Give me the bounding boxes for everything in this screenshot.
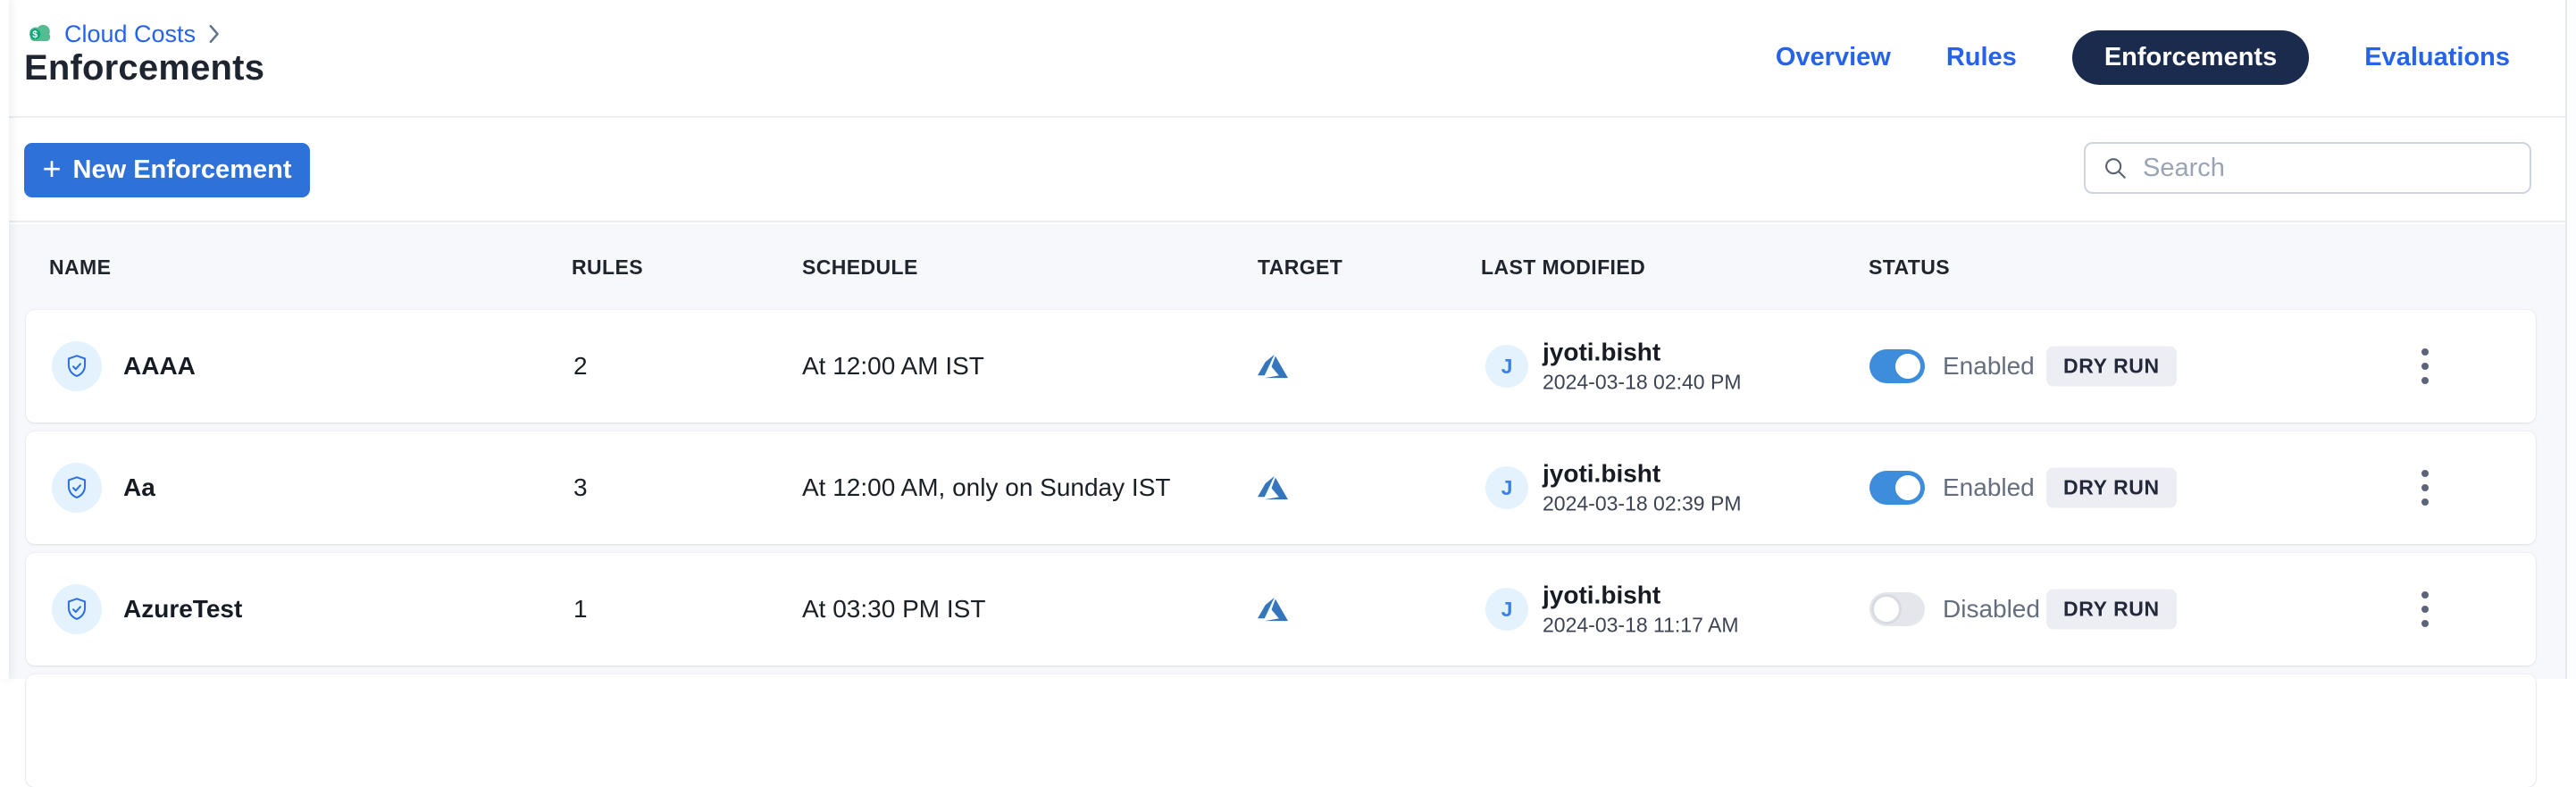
status-toggle[interactable] — [1869, 592, 1925, 626]
last-modified-cell: jyoti.bisht 2024-03-18 02:39 PM — [1543, 460, 1742, 515]
kebab-dot — [2421, 348, 2429, 356]
column-header-target: TARGET — [1258, 255, 1342, 280]
status-label: Enabled — [1943, 473, 2035, 502]
new-enforcement-button-label: New Enforcement — [73, 155, 292, 185]
enforcement-name: AzureTest — [123, 595, 242, 624]
left-edge-panel — [0, 0, 9, 679]
row-menu-button[interactable] — [2407, 459, 2443, 516]
enforcement-name: AAAA — [123, 352, 196, 381]
modified-by: jyoti.bisht — [1543, 582, 1739, 609]
avatar: J — [1485, 345, 1528, 388]
breadcrumb-link-label[interactable]: Cloud Costs — [64, 21, 196, 48]
modified-by: jyoti.bisht — [1543, 339, 1742, 366]
modified-at: 2024-03-18 11:17 AM — [1543, 614, 1739, 636]
search-input[interactable] — [2141, 153, 2513, 184]
column-header-name: NAME — [49, 255, 111, 280]
modified-by: jyoti.bisht — [1543, 460, 1742, 488]
status-toggle[interactable] — [1869, 349, 1925, 383]
last-modified-cell: jyoti.bisht 2024-03-18 11:17 AM — [1543, 582, 1739, 636]
enforcement-name: Aa — [123, 473, 155, 502]
schedule-text: At 12:00 AM IST — [802, 352, 984, 381]
rules-count: 3 — [573, 473, 588, 502]
tab-evaluations[interactable]: Evaluations — [2364, 43, 2510, 72]
azure-icon — [1258, 594, 1288, 624]
shield-check-icon — [52, 463, 102, 513]
search-box — [2084, 142, 2531, 194]
status-label: Disabled — [1943, 595, 2040, 624]
chevron-right-icon — [207, 24, 221, 44]
breadcrumb[interactable]: $ Cloud Costs — [26, 18, 221, 50]
kebab-dot — [2421, 470, 2429, 477]
page-header: $ Cloud Costs Enforcements Overview Rule… — [0, 0, 2576, 118]
row-menu-button[interactable] — [2407, 338, 2443, 395]
avatar: J — [1485, 466, 1528, 509]
dry-run-badge: DRY RUN — [2046, 590, 2177, 630]
status-label: Enabled — [1943, 352, 2035, 381]
plus-icon: + — [43, 153, 62, 185]
toggle-knob — [1893, 351, 1923, 381]
shield-check-icon — [52, 584, 102, 634]
page-title: Enforcements — [24, 48, 264, 88]
kebab-dot — [2421, 606, 2429, 613]
modified-at: 2024-03-18 02:40 PM — [1543, 371, 1742, 393]
modified-at: 2024-03-18 02:39 PM — [1543, 492, 1742, 515]
toggle-knob — [1871, 594, 1902, 624]
kebab-dot — [2421, 484, 2429, 491]
column-header-rules: RULES — [572, 255, 643, 280]
avatar: J — [1485, 588, 1528, 631]
toolbar: + New Enforcement — [0, 120, 2576, 222]
enforcements-table: NAME RULES SCHEDULE TARGET LAST MODIFIED… — [0, 224, 2576, 679]
new-enforcement-button[interactable]: + New Enforcement — [24, 143, 310, 197]
cloud-costs-icon: $ — [26, 22, 53, 46]
table-row[interactable]: AzureTest 1 At 03:30 PM IST J jyoti.bish… — [26, 553, 2536, 666]
shield-check-icon — [52, 341, 102, 391]
kebab-dot — [2421, 363, 2429, 370]
azure-icon — [1258, 473, 1288, 503]
dry-run-badge: DRY RUN — [2046, 468, 2177, 508]
search-icon — [2102, 155, 2129, 181]
dry-run-badge: DRY RUN — [2046, 347, 2177, 387]
azure-icon — [1258, 351, 1288, 381]
toggle-knob — [1893, 473, 1923, 503]
status-toggle[interactable] — [1869, 471, 1925, 505]
row-menu-button[interactable] — [2407, 581, 2443, 638]
tab-enforcements[interactable]: Enforcements — [2072, 30, 2309, 85]
kebab-dot — [2421, 498, 2429, 506]
kebab-dot — [2421, 377, 2429, 384]
tab-rules[interactable]: Rules — [1946, 43, 2017, 72]
rules-count: 2 — [573, 352, 588, 381]
tab-overview[interactable]: Overview — [1776, 43, 1891, 72]
schedule-text: At 12:00 AM, only on Sunday IST — [802, 473, 1170, 502]
schedule-text: At 03:30 PM IST — [802, 595, 985, 624]
scrollbar-track[interactable] — [2565, 0, 2576, 679]
table-row-partial[interactable] — [26, 674, 2536, 787]
column-header-schedule: SCHEDULE — [802, 255, 918, 280]
rules-count: 1 — [573, 595, 588, 624]
tab-bar: Overview Rules Enforcements Evaluations — [1776, 32, 2510, 82]
last-modified-cell: jyoti.bisht 2024-03-18 02:40 PM — [1543, 339, 1742, 393]
kebab-dot — [2421, 620, 2429, 627]
table-row[interactable]: Aa 3 At 12:00 AM, only on Sunday IST J j… — [26, 431, 2536, 544]
svg-text:$: $ — [32, 29, 38, 40]
table-row[interactable]: AAAA 2 At 12:00 AM IST J jyoti.bisht 202… — [26, 310, 2536, 423]
enforcements-page: $ Cloud Costs Enforcements Overview Rule… — [0, 0, 2576, 679]
kebab-dot — [2421, 591, 2429, 599]
column-header-last-modified: LAST MODIFIED — [1481, 255, 1645, 280]
column-header-status: STATUS — [1869, 255, 1950, 280]
